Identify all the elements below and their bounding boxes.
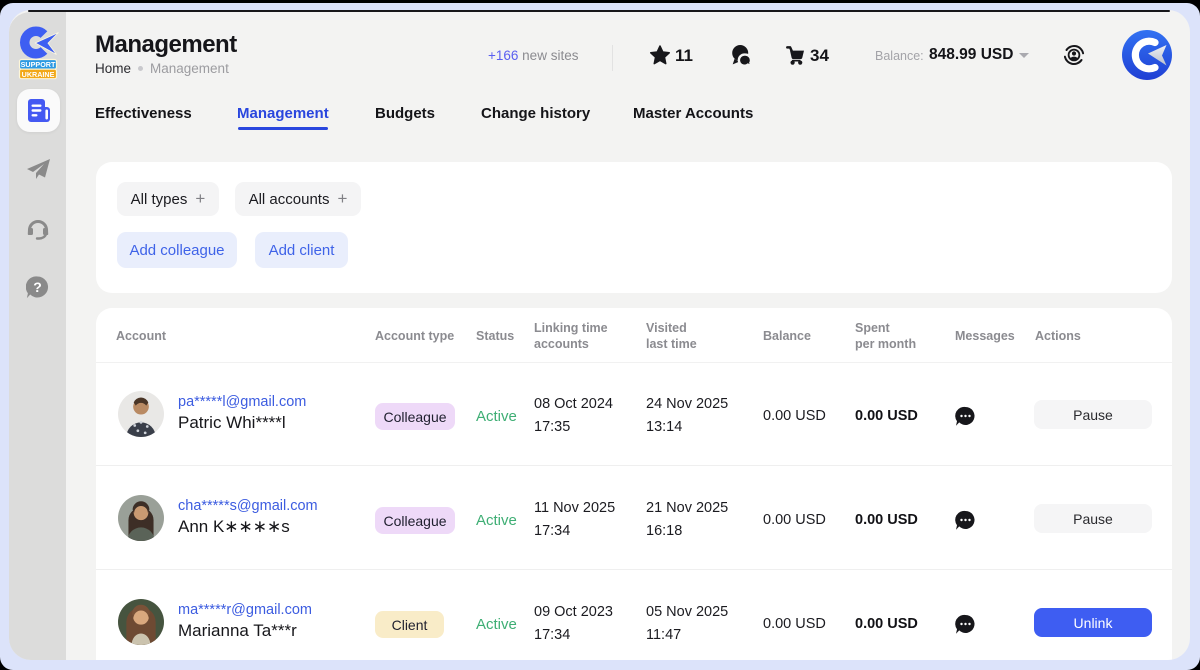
svg-text:?: ? — [33, 279, 42, 295]
svg-text:SUPPORT: SUPPORT — [21, 60, 56, 69]
svg-text:UKRAINE: UKRAINE — [22, 70, 55, 79]
